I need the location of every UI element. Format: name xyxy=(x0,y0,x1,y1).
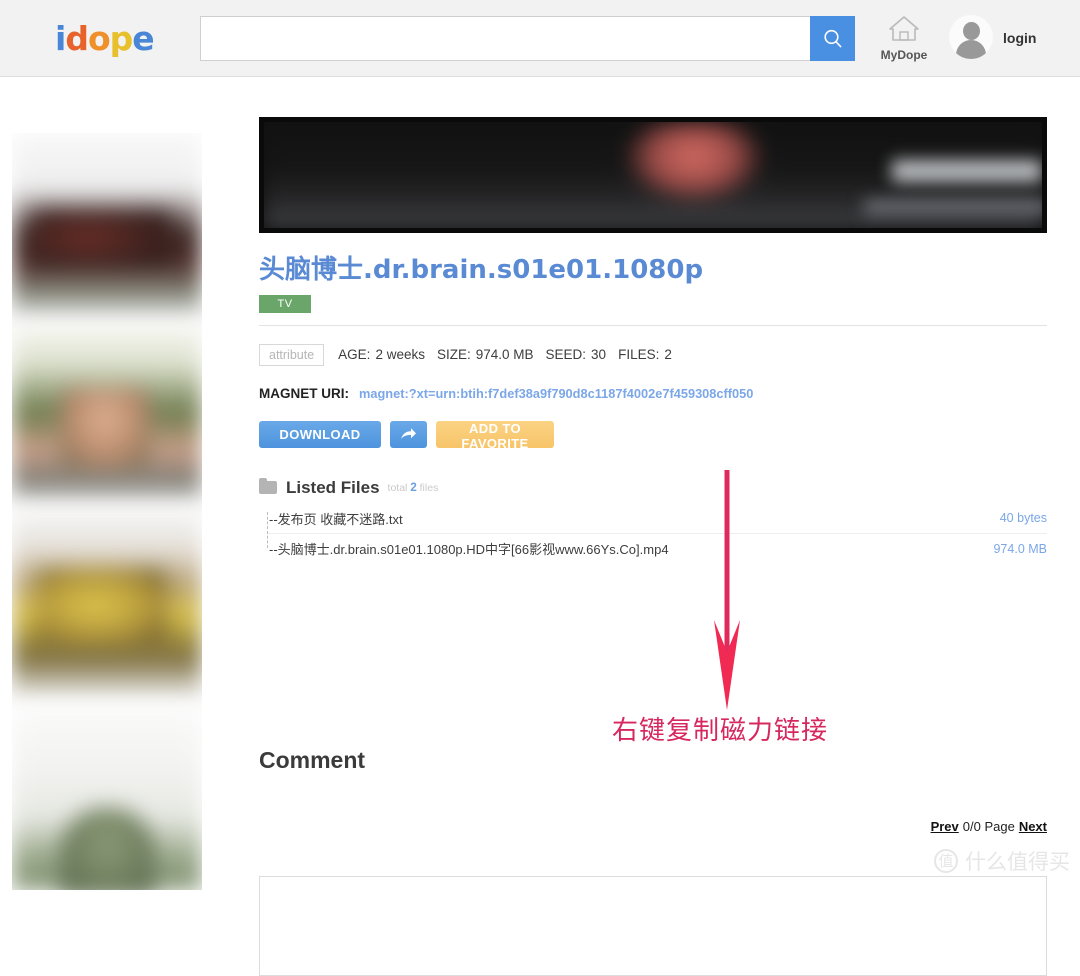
folder-icon xyxy=(259,478,277,495)
sidebar-ad-4[interactable] xyxy=(12,708,202,890)
files-meta-suffix: files xyxy=(419,481,439,494)
sidebar-ads xyxy=(12,133,202,890)
search-icon xyxy=(823,29,841,47)
listed-files-header: Listed Files total 2 files xyxy=(259,478,1047,498)
search-button[interactable] xyxy=(810,16,855,61)
seed-value: 30 xyxy=(591,347,607,363)
file-row[interactable]: --发布页 收藏不迷路.txt 40 bytes xyxy=(267,504,1047,534)
comment-pagination: Prev 0/0 Page Next xyxy=(931,819,1047,834)
file-name: --发布页 收藏不迷路.txt xyxy=(269,511,403,527)
torrent-banner-image xyxy=(259,117,1047,233)
logo-letter-e: e xyxy=(132,18,154,58)
site-header: idope MyDope login xyxy=(0,0,1080,77)
avatar-body-shape xyxy=(956,40,986,59)
avatar[interactable] xyxy=(949,15,993,59)
logo-letter-p: p xyxy=(109,18,134,58)
sidebar-ad-2[interactable] xyxy=(12,328,202,503)
search-input[interactable] xyxy=(200,16,810,61)
files-count: 2 xyxy=(410,481,417,494)
files-value: 2 xyxy=(664,347,672,363)
action-button-row: DOWNLOAD ADD TO FAVORITE xyxy=(259,420,1047,451)
files-key: FILES: xyxy=(618,347,660,363)
listed-files-section: Listed Files total 2 files --发布页 收藏不迷路.t… xyxy=(259,478,1047,564)
file-row[interactable]: --头脑博士.dr.brain.s01e01.1080p.HD中字[66影视ww… xyxy=(267,534,1047,564)
prev-page-link[interactable]: Prev xyxy=(931,819,959,834)
add-to-favorite-button[interactable]: ADD TO FAVORITE xyxy=(436,420,554,451)
category-badge[interactable]: TV xyxy=(259,294,311,313)
file-list: --发布页 收藏不迷路.txt 40 bytes --头脑博士.dr.brain… xyxy=(259,504,1047,564)
search-area xyxy=(200,16,855,61)
torrent-title[interactable]: 头脑博士.dr.brain.s01e01.1080p xyxy=(259,256,1047,285)
next-page-link[interactable]: Next xyxy=(1019,819,1047,834)
seed-key: SEED: xyxy=(545,347,587,363)
ad-thumbnail xyxy=(60,388,150,468)
listed-files-meta: total 2 files xyxy=(388,482,439,494)
age-value: 2 weeks xyxy=(375,347,425,363)
sidebar-ad-1[interactable] xyxy=(12,133,202,318)
page-indicator: 0/0 Page xyxy=(962,819,1015,834)
file-size: 974.0 MB xyxy=(993,541,1047,556)
mydope-label: MyDope xyxy=(880,48,928,62)
size-key: SIZE: xyxy=(436,347,471,363)
page-body: 头脑博士.dr.brain.s01e01.1080p TV attribute … xyxy=(0,77,1080,976)
home-icon xyxy=(889,16,919,41)
files-meta-prefix: total xyxy=(387,481,408,494)
title-divider xyxy=(259,324,1047,326)
ad-thumbnail xyxy=(60,808,155,890)
site-watermark: 值 什么值得买 xyxy=(934,846,1070,876)
annotation-text: 右键复制磁力链接 xyxy=(612,716,829,746)
watermark-mark: 值 xyxy=(934,849,958,873)
magnet-label: MAGNET URI: xyxy=(259,385,349,401)
listed-files-title: Listed Files xyxy=(286,477,380,497)
ad-thumbnail xyxy=(37,568,167,643)
tree-connector-line xyxy=(267,511,268,548)
age-key: AGE: xyxy=(338,347,371,363)
login-link[interactable]: login xyxy=(1003,30,1036,46)
banner-highlight-bar-2 xyxy=(864,200,1042,214)
avatar-head-shape xyxy=(962,22,980,40)
download-button[interactable]: DOWNLOAD xyxy=(259,420,381,448)
watermark-text: 什么值得买 xyxy=(965,850,1070,874)
logo-letter-i: i xyxy=(55,18,66,58)
banner-highlight-bar xyxy=(892,160,1042,182)
attribute-label: attribute xyxy=(259,343,325,366)
attribute-row: attribute AGE: 2 weeks SIZE: 974.0 MB SE… xyxy=(259,343,1047,366)
sidebar-ad-3[interactable] xyxy=(12,513,202,698)
logo-letter-o: o xyxy=(87,18,111,58)
file-size: 40 bytes xyxy=(999,511,1047,526)
magnet-row: MAGNET URI: magnet:?xt=urn:btih:f7def38a… xyxy=(259,386,1047,401)
main-content: 头脑博士.dr.brain.s01e01.1080p TV attribute … xyxy=(259,117,1047,564)
comment-heading: Comment xyxy=(259,747,366,773)
share-button[interactable] xyxy=(390,420,427,448)
site-logo[interactable]: idope xyxy=(55,18,155,58)
mydope-button[interactable]: MyDope xyxy=(878,14,930,62)
comment-input[interactable] xyxy=(259,876,1047,976)
magnet-link[interactable]: magnet:?xt=urn:btih:f7def38a9f790d8c1187… xyxy=(359,386,753,401)
file-name: --头脑博士.dr.brain.s01e01.1080p.HD中字[66影视ww… xyxy=(269,542,669,558)
logo-letter-d: d xyxy=(65,18,89,58)
share-arrow-icon xyxy=(401,427,416,439)
ad-thumbnail xyxy=(32,208,172,268)
size-value: 974.0 MB xyxy=(475,347,534,363)
